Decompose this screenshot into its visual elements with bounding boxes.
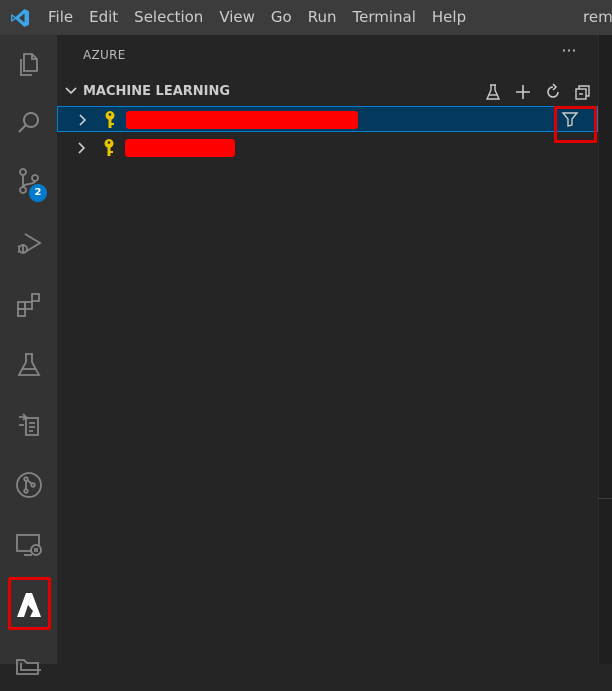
activity-extensions[interactable] bbox=[0, 279, 57, 331]
menu-view[interactable]: View bbox=[211, 0, 263, 35]
remote-explorer-icon bbox=[18, 413, 39, 436]
menu-run[interactable]: Run bbox=[300, 0, 345, 35]
activity-run-and-debug[interactable] bbox=[0, 217, 57, 269]
refresh-button[interactable] bbox=[540, 80, 565, 104]
git-graph-icon bbox=[15, 472, 42, 498]
menu-go[interactable]: Go bbox=[263, 0, 300, 35]
more-actions-button[interactable]: ··· bbox=[557, 43, 581, 67]
create-workspace-button[interactable] bbox=[480, 80, 505, 104]
source-control-badge: 2 bbox=[29, 184, 47, 202]
redaction-mark bbox=[125, 139, 235, 157]
vscode-logo-icon bbox=[0, 0, 40, 35]
menu-edit[interactable]: Edit bbox=[81, 0, 126, 35]
extensions-icon bbox=[16, 293, 40, 317]
key-icon bbox=[105, 111, 115, 128]
collapse-all-icon bbox=[574, 85, 590, 100]
section-title: MACHINE LEARNING bbox=[83, 84, 231, 99]
beaker-icon bbox=[16, 353, 41, 376]
activity-bar: 2 bbox=[0, 35, 57, 675]
sidebar-title: AZURE bbox=[83, 48, 126, 62]
chevron-down-icon bbox=[65, 87, 77, 95]
activity-source-control[interactable]: 2 bbox=[0, 155, 57, 207]
editor-divider bbox=[598, 498, 612, 499]
activity-azure[interactable] bbox=[0, 579, 57, 631]
chevron-right-icon bbox=[78, 142, 86, 154]
activity-testing[interactable] bbox=[0, 339, 57, 391]
folder-icon bbox=[15, 659, 41, 675]
search-icon bbox=[17, 112, 39, 133]
add-icon bbox=[515, 85, 530, 99]
menu-selection[interactable]: Selection bbox=[126, 0, 211, 35]
select-subscriptions-filter-button[interactable] bbox=[558, 107, 582, 131]
activity-remote-connection[interactable] bbox=[0, 519, 57, 571]
activity-folder[interactable] bbox=[0, 639, 57, 691]
title-bar: File Edit Selection View Go Run Terminal… bbox=[0, 0, 612, 35]
add-button[interactable] bbox=[510, 80, 535, 104]
redaction-mark bbox=[126, 111, 358, 129]
subscription-tree-item[interactable] bbox=[57, 106, 598, 132]
beaker-icon bbox=[485, 84, 500, 100]
editor-area bbox=[598, 35, 612, 664]
activity-explorer[interactable] bbox=[0, 39, 57, 91]
menu-terminal[interactable]: Terminal bbox=[345, 0, 424, 35]
key-icon bbox=[104, 139, 114, 156]
activity-git-graph[interactable] bbox=[0, 459, 57, 511]
remote-monitor-icon bbox=[15, 534, 42, 556]
chevron-right-icon bbox=[79, 114, 87, 126]
menu-file[interactable]: File bbox=[40, 0, 81, 35]
machine-learning-section-header[interactable]: MACHINE LEARNING bbox=[57, 80, 598, 104]
azure-icon bbox=[16, 593, 41, 617]
subscription-tree-item[interactable] bbox=[57, 135, 598, 161]
window-title: remo bbox=[583, 8, 612, 26]
collapse-all-button[interactable] bbox=[570, 80, 595, 104]
filter-icon bbox=[561, 112, 579, 127]
activity-search[interactable] bbox=[0, 97, 57, 149]
activity-remote-explorer[interactable] bbox=[0, 399, 57, 451]
files-icon bbox=[19, 53, 38, 76]
section-actions bbox=[480, 80, 595, 104]
azure-sidebar: AZURE ··· MACHINE LEARNING bbox=[57, 35, 598, 664]
menu-help[interactable]: Help bbox=[424, 0, 474, 35]
debug-icon bbox=[17, 233, 42, 254]
refresh-icon bbox=[546, 83, 559, 98]
